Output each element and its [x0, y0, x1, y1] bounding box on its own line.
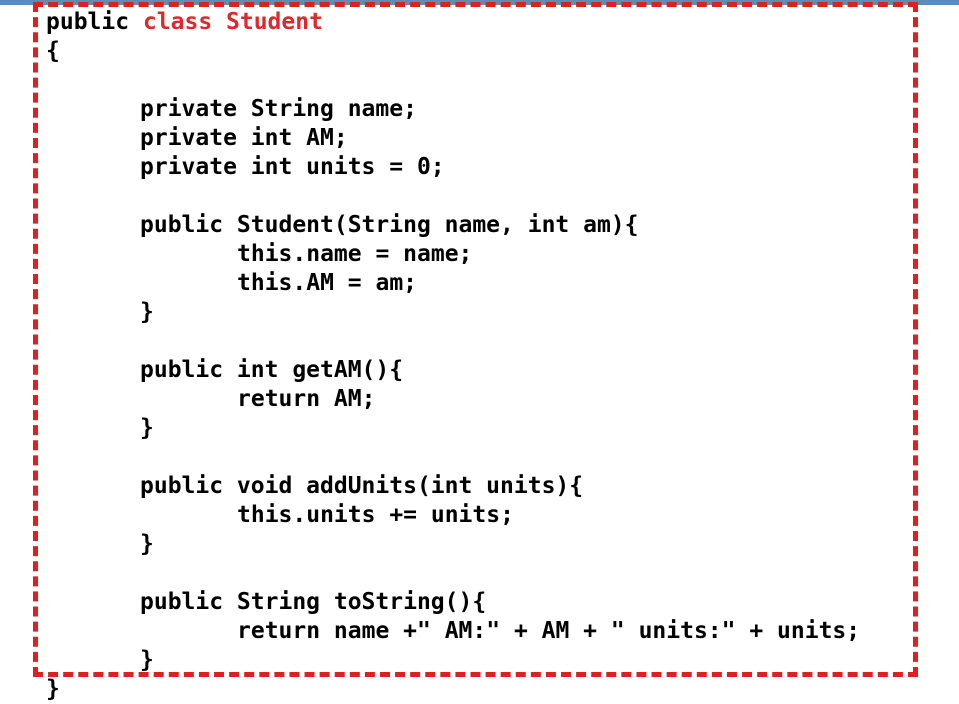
code-line: this.name = name; [46, 240, 906, 269]
code-line: public class Student [46, 8, 906, 37]
code-line: } [46, 675, 906, 704]
code-token: public String toString(){ [140, 589, 487, 615]
code-token: } [140, 299, 154, 325]
code-line: this.units += units; [46, 501, 906, 530]
code-token: public void addUnits(int units){ [140, 473, 584, 499]
code-token: } [46, 676, 60, 702]
code-line: private String name; [46, 95, 906, 124]
code-token: public [46, 9, 143, 35]
code-slide: public class Student{ private String nam… [0, 0, 959, 702]
code-line: public String toString(){ [46, 588, 906, 617]
code-line: public Student(String name, int am){ [46, 211, 906, 240]
code-line: } [46, 646, 906, 675]
code-token-keyword: class Student [142, 9, 323, 35]
code-line: private int AM; [46, 124, 906, 153]
code-token: this.AM = am; [237, 270, 418, 296]
code-line: } [46, 298, 906, 327]
code-token: private String name; [140, 96, 417, 122]
code-token: { [46, 38, 60, 64]
code-line: this.AM = am; [46, 269, 906, 298]
code-token: return AM; [237, 386, 376, 412]
code-line: public void addUnits(int units){ [46, 472, 906, 501]
code-line: } [46, 414, 906, 443]
code-token: return name +" AM:" + AM + " units:" + u… [237, 618, 861, 644]
code-line: } [46, 530, 906, 559]
java-code-listing: public class Student{ private String nam… [46, 8, 906, 704]
code-token: } [140, 647, 154, 673]
code-token: } [140, 415, 154, 441]
code-token: public Student(String name, int am){ [140, 212, 639, 238]
code-line: private int units = 0; [46, 153, 906, 182]
code-token: } [140, 531, 154, 557]
code-token: this.units += units; [237, 502, 514, 528]
code-line: return AM; [46, 385, 906, 414]
code-token: this.name = name; [237, 241, 473, 267]
code-token: public int getAM(){ [140, 357, 404, 383]
code-token: private int AM; [140, 125, 348, 151]
code-line: return name +" AM:" + AM + " units:" + u… [46, 617, 906, 646]
code-line: public int getAM(){ [46, 356, 906, 385]
code-line: { [46, 37, 906, 66]
top-blue-rule [0, 0, 959, 5]
code-token: private int units = 0; [140, 154, 445, 180]
